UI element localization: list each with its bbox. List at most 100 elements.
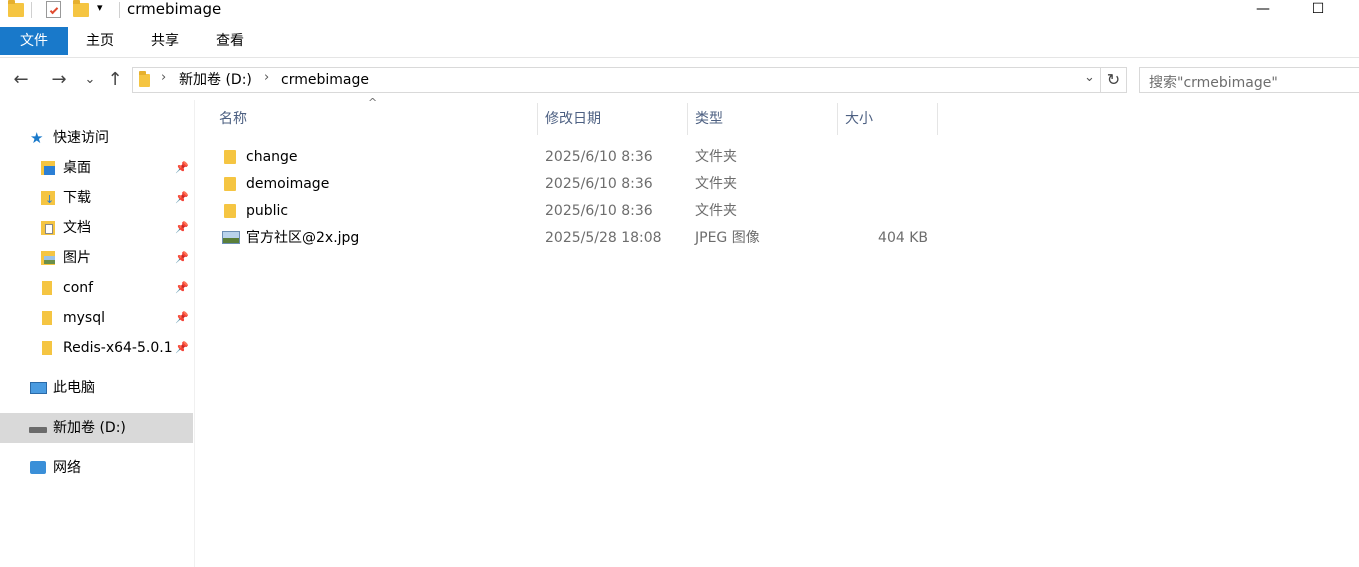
file-date: 2025/6/10 8:36 bbox=[545, 149, 653, 165]
tab-file[interactable]: 文件 bbox=[0, 27, 68, 55]
folder-icon bbox=[224, 177, 236, 191]
pin-icon[interactable]: 📌 bbox=[175, 243, 189, 273]
sidebar-item-label: 下载 bbox=[63, 190, 91, 206]
desktop-icon bbox=[41, 161, 55, 175]
folder-icon bbox=[42, 281, 52, 295]
sidebar-item-mysql[interactable]: mysql 📌 bbox=[0, 303, 193, 333]
column-header-size[interactable]: 大小 bbox=[845, 103, 873, 135]
pin-icon[interactable]: 📌 bbox=[175, 213, 189, 243]
recent-locations-button[interactable]: ⌄ bbox=[80, 68, 100, 92]
sidebar-item-downloads[interactable]: ↓ 下载 📌 bbox=[0, 183, 193, 213]
folder-icon bbox=[42, 341, 52, 355]
star-icon: ★ bbox=[30, 129, 44, 147]
title-bar: ▾ crmebimage — ☐ bbox=[0, 0, 1359, 26]
column-divider[interactable] bbox=[937, 103, 938, 135]
window-title: crmebimage bbox=[127, 0, 222, 18]
network-icon bbox=[30, 461, 46, 474]
navigation-pane: ★ 快速访问 桌面 📌 ↓ 下载 📌 文档 📌 图片 📌 conf 📌 mysq… bbox=[0, 100, 195, 567]
column-header-name[interactable]: 名称 bbox=[219, 103, 247, 135]
file-name: change bbox=[246, 149, 298, 165]
tab-share[interactable]: 共享 bbox=[140, 27, 190, 55]
computer-icon bbox=[30, 382, 47, 394]
column-divider[interactable] bbox=[537, 103, 538, 135]
pin-icon[interactable]: 📌 bbox=[175, 303, 189, 333]
file-type: JPEG 图像 bbox=[695, 230, 760, 246]
chevron-right-icon[interactable]: › bbox=[161, 70, 166, 85]
file-name: demoimage bbox=[246, 176, 330, 192]
sidebar-item-this-pc[interactable]: 此电脑 bbox=[0, 373, 193, 403]
sidebar-item-label: conf bbox=[63, 280, 94, 296]
documents-icon bbox=[41, 221, 55, 235]
sidebar-item-documents[interactable]: 文档 📌 bbox=[0, 213, 193, 243]
file-type: 文件夹 bbox=[695, 176, 737, 192]
address-bar[interactable]: › 新加卷 (D:) › crmebimage ⌄ bbox=[132, 67, 1101, 93]
divider bbox=[31, 2, 32, 18]
sidebar-item-pictures[interactable]: 图片 📌 bbox=[0, 243, 193, 273]
sidebar-item-label: 新加卷 (D:) bbox=[53, 420, 126, 436]
column-header-type[interactable]: 类型 bbox=[695, 103, 723, 135]
pin-icon[interactable]: 📌 bbox=[175, 273, 189, 303]
pin-icon[interactable]: 📌 bbox=[175, 183, 189, 213]
downloads-icon: ↓ bbox=[41, 191, 55, 205]
pin-icon[interactable]: 📌 bbox=[175, 333, 189, 363]
new-folder-icon[interactable] bbox=[73, 0, 89, 17]
file-type: 文件夹 bbox=[695, 203, 737, 219]
sidebar-item-drive-d[interactable]: 新加卷 (D:) bbox=[0, 413, 193, 443]
pin-icon[interactable]: 📌 bbox=[175, 153, 189, 183]
minimize-button[interactable]: — bbox=[1240, 0, 1286, 18]
search-input[interactable]: 搜索"crmebimage" bbox=[1149, 72, 1278, 92]
file-row[interactable]: change 2025/6/10 8:36 文件夹 bbox=[212, 144, 942, 171]
column-divider[interactable] bbox=[837, 103, 838, 135]
file-name: public bbox=[246, 203, 289, 219]
back-button[interactable]: ← bbox=[10, 68, 32, 92]
search-box[interactable]: 搜索"crmebimage" bbox=[1139, 67, 1359, 93]
file-date: 2025/6/10 8:36 bbox=[545, 203, 653, 219]
folder-icon bbox=[42, 311, 52, 325]
sort-ascending-icon: ^ bbox=[368, 96, 378, 109]
customize-quick-access-icon[interactable]: ▾ bbox=[97, 1, 103, 14]
breadcrumb-drive[interactable]: 新加卷 (D:) bbox=[179, 71, 252, 89]
sidebar-item-label: 快速访问 bbox=[53, 130, 109, 146]
sidebar-item-redis[interactable]: Redis-x64-5.0.1 📌 bbox=[0, 333, 193, 363]
properties-icon[interactable] bbox=[46, 1, 61, 18]
column-divider[interactable] bbox=[687, 103, 688, 135]
file-date: 2025/6/10 8:36 bbox=[545, 176, 653, 192]
maximize-button[interactable]: ☐ bbox=[1295, 0, 1341, 18]
folder-icon bbox=[224, 150, 236, 164]
file-row[interactable]: 官方社区@2x.jpg 2025/5/28 18:08 JPEG 图像 404 … bbox=[212, 225, 942, 252]
tab-home[interactable]: 主页 bbox=[75, 27, 125, 55]
up-button[interactable]: ↑ bbox=[104, 68, 126, 92]
sidebar-item-label: Redis-x64-5.0.1 bbox=[63, 340, 173, 356]
folder-icon bbox=[139, 71, 150, 87]
sidebar-item-label: 此电脑 bbox=[53, 380, 95, 396]
folder-icon bbox=[224, 204, 236, 218]
sidebar-item-network[interactable]: 网络 bbox=[0, 453, 193, 483]
file-type: 文件夹 bbox=[695, 149, 737, 165]
divider bbox=[119, 2, 120, 18]
sidebar-item-desktop[interactable]: 桌面 📌 bbox=[0, 153, 193, 183]
chevron-down-icon[interactable]: ⌄ bbox=[1084, 70, 1095, 85]
folder-icon bbox=[8, 0, 24, 17]
chevron-right-icon[interactable]: › bbox=[264, 70, 269, 85]
forward-button[interactable]: → bbox=[48, 68, 70, 92]
sidebar-item-conf[interactable]: conf 📌 bbox=[0, 273, 193, 303]
sidebar-item-label: mysql bbox=[63, 310, 105, 326]
sidebar-item-label: 桌面 bbox=[63, 160, 91, 176]
breadcrumb-folder[interactable]: crmebimage bbox=[281, 71, 369, 89]
drive-icon bbox=[29, 427, 47, 433]
refresh-button[interactable]: ↻ bbox=[1101, 67, 1127, 93]
file-size: 404 KB bbox=[878, 230, 928, 246]
file-row[interactable]: demoimage 2025/6/10 8:36 文件夹 bbox=[212, 171, 942, 198]
column-header-date[interactable]: 修改日期 bbox=[545, 103, 601, 135]
pictures-icon bbox=[41, 251, 55, 265]
ribbon-tabs: 文件 主页 共享 查看 bbox=[0, 27, 1359, 58]
sidebar-item-label: 图片 bbox=[63, 250, 91, 266]
sidebar-item-label: 网络 bbox=[53, 460, 81, 476]
sidebar-item-label: 文档 bbox=[63, 220, 91, 236]
sidebar-item-quick-access[interactable]: ★ 快速访问 bbox=[0, 123, 193, 153]
tab-view[interactable]: 查看 bbox=[205, 27, 255, 55]
file-name: 官方社区@2x.jpg bbox=[246, 230, 360, 246]
file-date: 2025/5/28 18:08 bbox=[545, 230, 662, 246]
file-row[interactable]: public 2025/6/10 8:36 文件夹 bbox=[212, 198, 942, 225]
image-file-icon bbox=[222, 231, 240, 244]
